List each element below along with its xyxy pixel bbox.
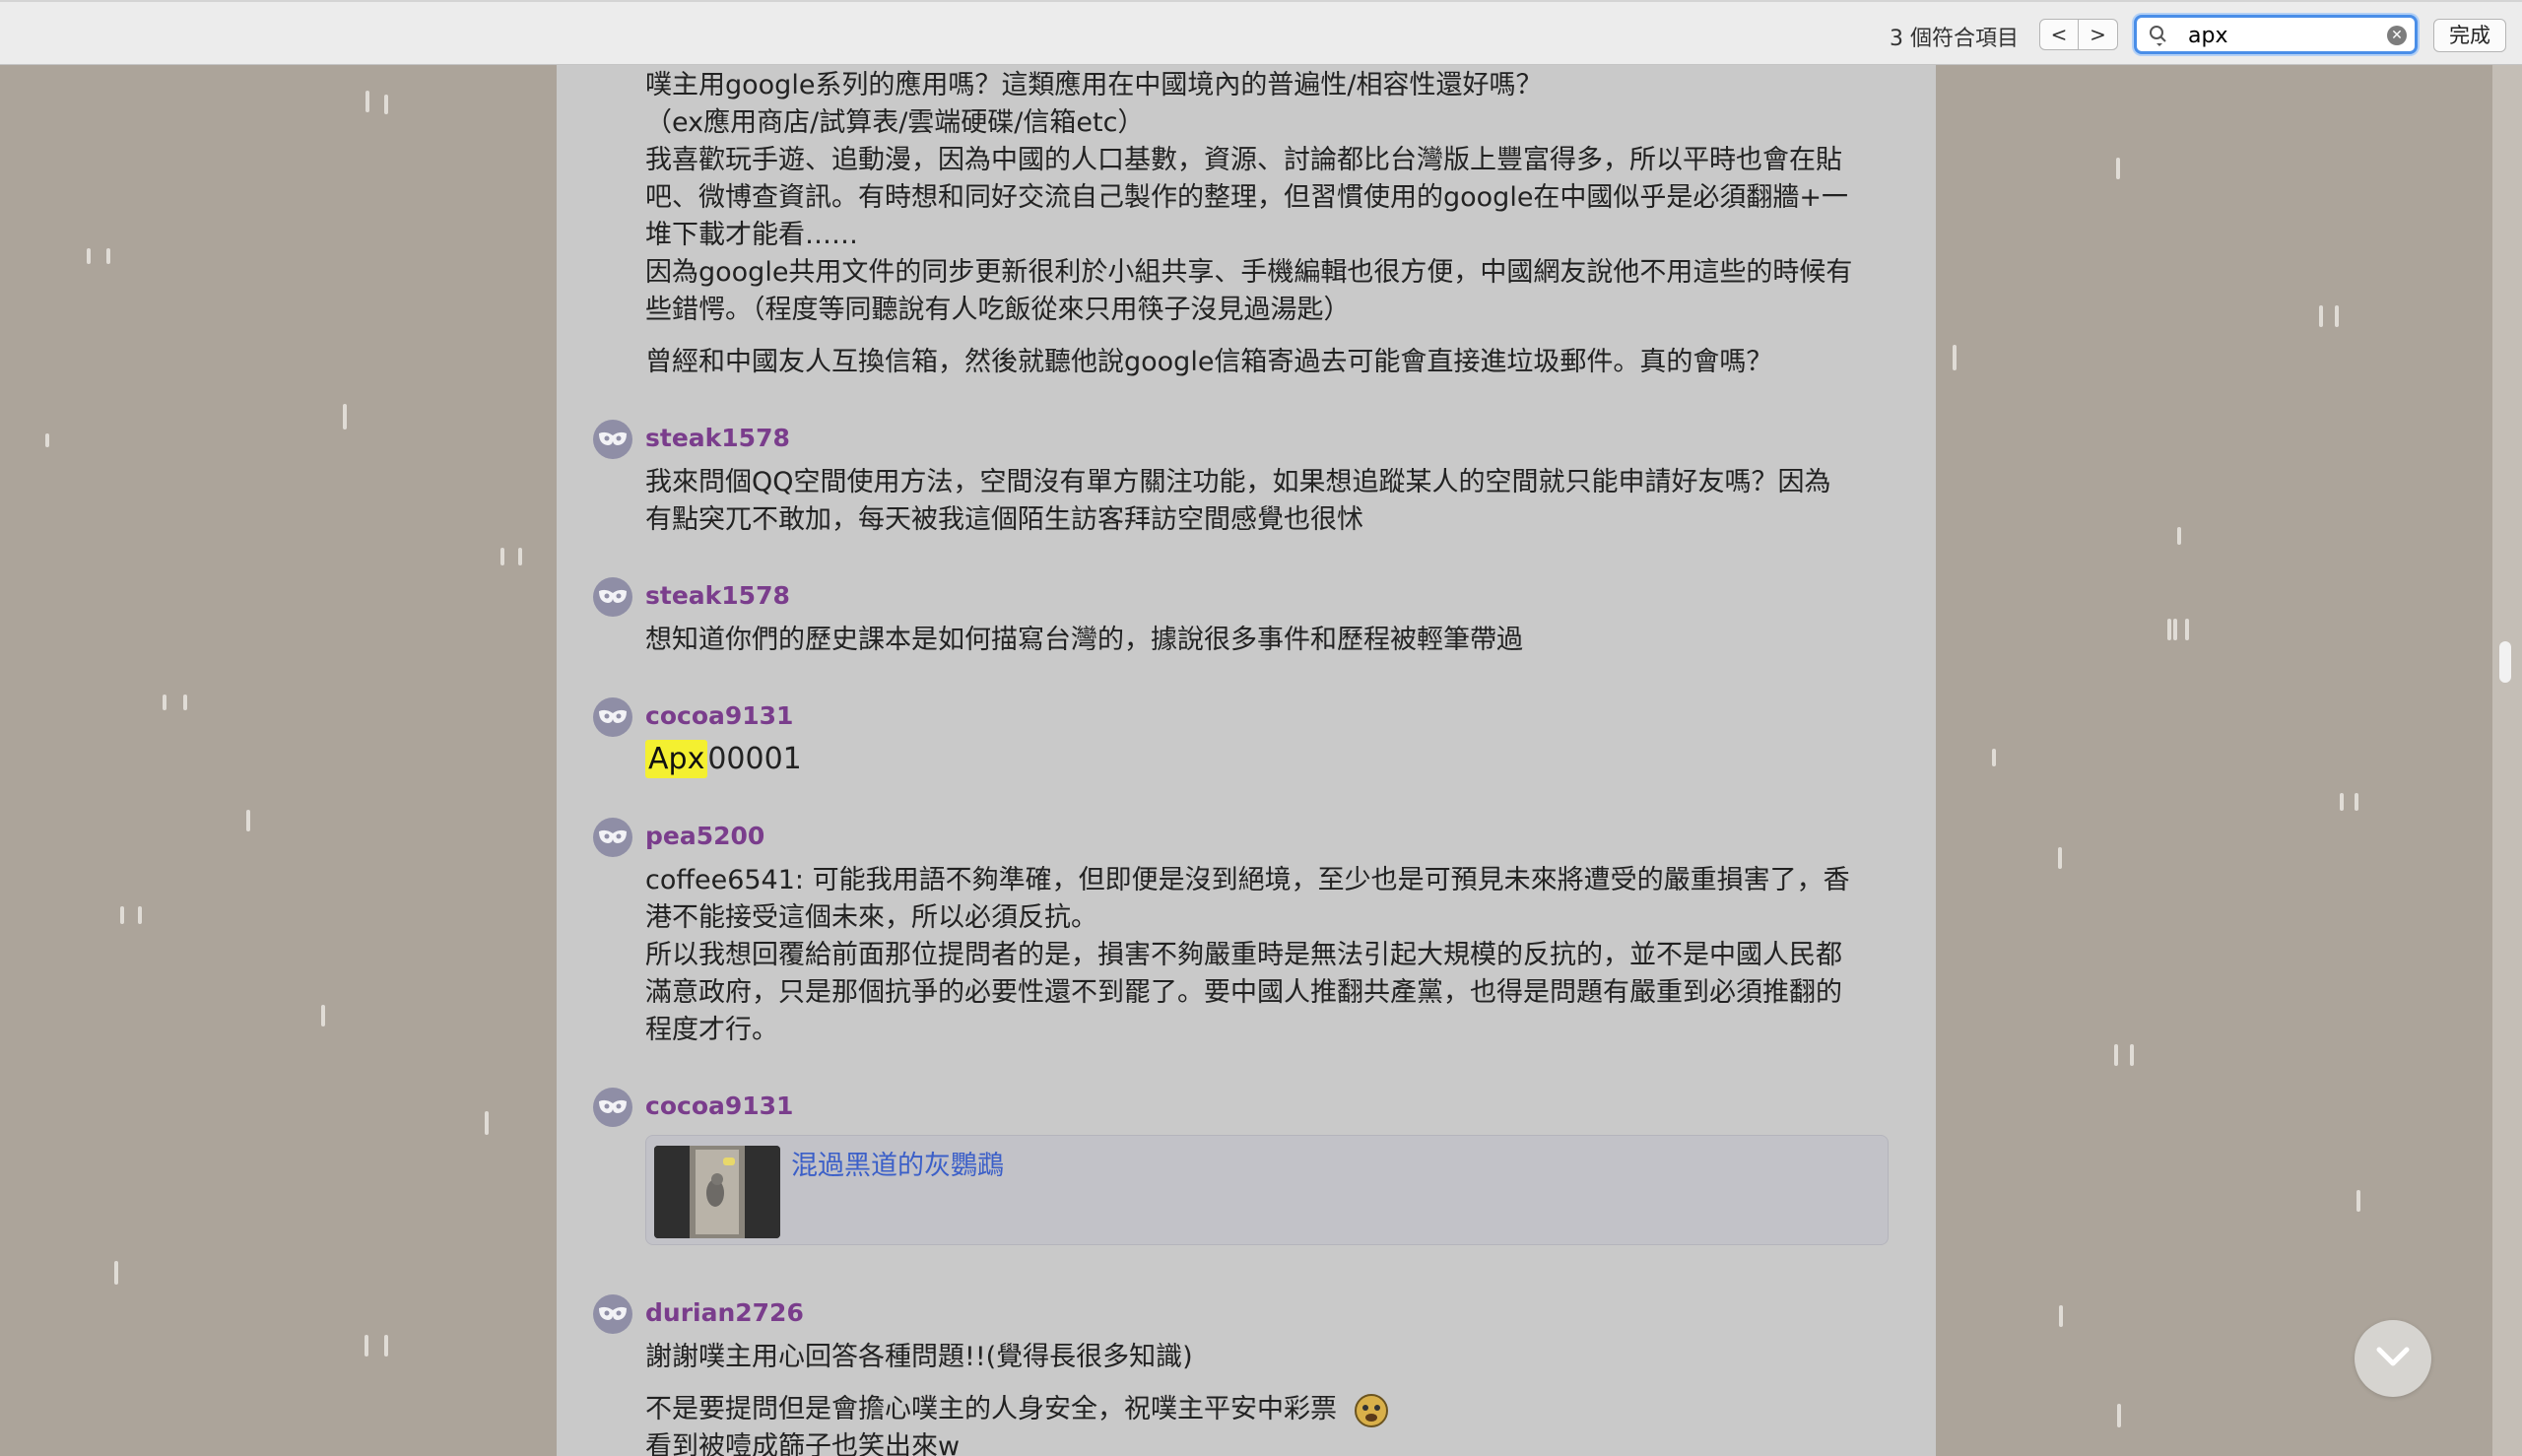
clear-search-icon[interactable]: ✕ [2387, 26, 2407, 45]
find-search-field[interactable]: ✕ [2134, 15, 2418, 54]
post-line-with-emoticon: 不是要提問但是會擔心噗主的人身安全，祝噗主平安中彩票 [645, 1391, 1896, 1428]
post-line: 吧、微博查資訊。有時想和同好交流自己製作的整理，但習慣使用的google在中國似… [645, 182, 1849, 213]
post-line: 因為google共用文件的同步更新很利於小組共享、手機編輯也很方便，中國網友說他… [645, 257, 1853, 288]
search-icon[interactable] [2149, 25, 2168, 46]
find-next-button[interactable]: > [2079, 19, 2118, 50]
post-line: 謝謝噗主用心回答各種問題!!(覺得長很多知識) [645, 1342, 1193, 1372]
post-line: 滿意政府，只是那個抗爭的必要性還不到罷了。要中國人推翻共產黨，也得是問題有嚴重到… [645, 977, 1842, 1008]
avatar[interactable] [593, 577, 632, 617]
post-line: 噗主用google系列的應用嗎？這類應用在中國境內的普遍性/相容性還好嗎？ [645, 70, 1543, 100]
username-link[interactable]: cocoa9131 [645, 701, 793, 730]
post-line: 程度才行。 [645, 1015, 778, 1045]
post-line: 港不能接受這個未來，所以必須反抗。 [645, 902, 1097, 933]
post-line: 看到被噎成篩子也笑出來w [645, 1431, 961, 1456]
mask-icon [599, 829, 627, 843]
find-bar: 3 個符合項目 < > ✕ 完成 [0, 0, 2522, 65]
mask-icon [599, 1306, 627, 1320]
link-preview-card[interactable]: 混過黑道的灰鸚鵡 [645, 1135, 1889, 1245]
post-line: 想知道你們的歷史課本是如何描寫台灣的，據說很多事件和歷程被輕筆帶過 [645, 625, 1523, 655]
mask-icon [599, 1099, 627, 1113]
emoticon-icon [1354, 1393, 1388, 1427]
post-body: 我來問個QQ空間使用方法，空間沒有單方關注功能，如果想追蹤某人的空間就只能申請好… [645, 464, 1896, 539]
mask-icon [599, 709, 627, 723]
avatar[interactable] [593, 697, 632, 737]
mask-icon [599, 589, 627, 603]
username-link[interactable]: steak1578 [645, 424, 790, 452]
plurk-response-column: 噗主用google系列的應用嗎？這類應用在中國境內的普遍性/相容性還好嗎？ （e… [557, 65, 1936, 1456]
username-link[interactable]: steak1578 [645, 581, 790, 610]
post-line: 所以我想回覆給前面那位提問者的是，損害不夠嚴重時是無法引起大規模的反抗的，並不是… [645, 940, 1842, 970]
avatar[interactable] [593, 1294, 632, 1334]
avatar[interactable] [593, 1088, 632, 1127]
post-line: 堆下載才能看…… [645, 220, 858, 250]
post-body: 想知道你們的歷史課本是如何描寫台灣的，據說很多事件和歷程被輕筆帶過 [645, 622, 1896, 659]
done-button[interactable]: 完成 [2433, 19, 2506, 52]
chevron-down-icon [2376, 1347, 2410, 1366]
avatar[interactable] [593, 420, 632, 459]
post-body: coffee6541: 可能我用語不夠準確，但即便是沒到絕境，至少也是可預見未來… [645, 862, 1896, 1049]
post-body: 噗主用google系列的應用嗎？這類應用在中國境內的普遍性/相容性還好嗎？ （e… [645, 67, 1896, 381]
scrollbar-track[interactable] [2492, 65, 2522, 1456]
post-body: 謝謝噗主用心回答各種問題!!(覺得長很多知識) 不是要提問但是會擔心噗主的人身安… [645, 1339, 1896, 1456]
post-line: （ex應用商店/試算表/雲端硬碟/信箱etc） [645, 107, 1145, 138]
post-line: 我喜歡玩手遊、追動漫，因為中國的人口基數，資源、討論都比台灣版上豐富得多，所以平… [645, 145, 1842, 175]
post-body: Apx 00001 [645, 740, 1896, 778]
find-nav-group: < > [2039, 19, 2118, 50]
post-line: 曾經和中國友人互換信箱，然後就聽他說google信箱寄過去可能會直接進垃圾郵件。… [645, 347, 1773, 377]
scrollbar-thumb[interactable] [2499, 641, 2511, 683]
post-line: 我來問個QQ空間使用方法，空間沒有單方關注功能，如果想追蹤某人的空間就只能申請好… [645, 467, 1831, 497]
find-input[interactable] [2186, 22, 2377, 49]
link-thumbnail[interactable] [654, 1146, 780, 1238]
search-highlight: Apx [645, 740, 708, 778]
avatar[interactable] [593, 818, 632, 857]
mask-icon [599, 431, 627, 445]
post-line: coffee6541: 可能我用語不夠準確，但即便是沒到絕境，至少也是可預見未來… [645, 865, 1850, 895]
username-link[interactable]: durian2726 [645, 1298, 804, 1327]
find-match-count: 3 個符合項目 [1890, 27, 2019, 51]
find-previous-button[interactable]: < [2039, 19, 2079, 50]
link-title[interactable]: 混過黑道的灰鸚鵡 [791, 1144, 1004, 1182]
username-link[interactable]: cocoa9131 [645, 1092, 793, 1120]
post-line: 有點突兀不敢加，每天被我這個陌生訪客拜訪空間感覺也很怵 [645, 504, 1363, 535]
post-text: 00001 [707, 742, 802, 776]
scroll-down-button[interactable] [2355, 1320, 2431, 1397]
username-link[interactable]: pea5200 [645, 822, 764, 850]
post-text: 不是要提問但是會擔心噗主的人身安全，祝噗主平安中彩票 [645, 1394, 1337, 1424]
post-line: 些錯愕。（程度等同聽說有人吃飯從來只用筷子沒見過湯匙） [645, 295, 1351, 325]
